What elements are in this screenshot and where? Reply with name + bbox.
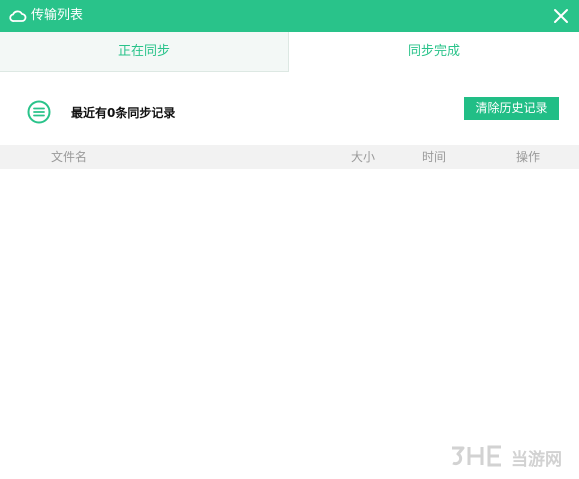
record-count-text: 最近有0条同步记录 (71, 106, 176, 120)
column-header-time: 时间 (422, 150, 447, 164)
watermark: 当游网 (449, 442, 573, 470)
file-list (0, 169, 579, 479)
column-header-filename: 文件名 (51, 150, 88, 164)
list-icon (27, 100, 51, 124)
history-summary: 最近有0条同步记录 清除历史记录 (0, 72, 579, 144)
title-bar: 传输列表 (0, 0, 579, 32)
tab-sync-complete[interactable]: 同步完成 (289, 32, 579, 72)
watermark-text: 当游网 (511, 450, 562, 470)
clear-history-button[interactable]: 清除历史记录 (464, 97, 559, 120)
cloud-icon (9, 10, 27, 22)
close-icon[interactable] (551, 6, 571, 26)
window-title: 传输列表 (31, 8, 84, 23)
column-header-size: 大小 (351, 150, 376, 164)
table-header: 文件名 大小 时间 操作 (0, 145, 579, 169)
column-header-action: 操作 (516, 150, 541, 164)
tab-syncing[interactable]: 正在同步 (0, 32, 289, 72)
watermark-logo (452, 445, 501, 467)
tab-bar: 正在同步 同步完成 (0, 32, 579, 72)
